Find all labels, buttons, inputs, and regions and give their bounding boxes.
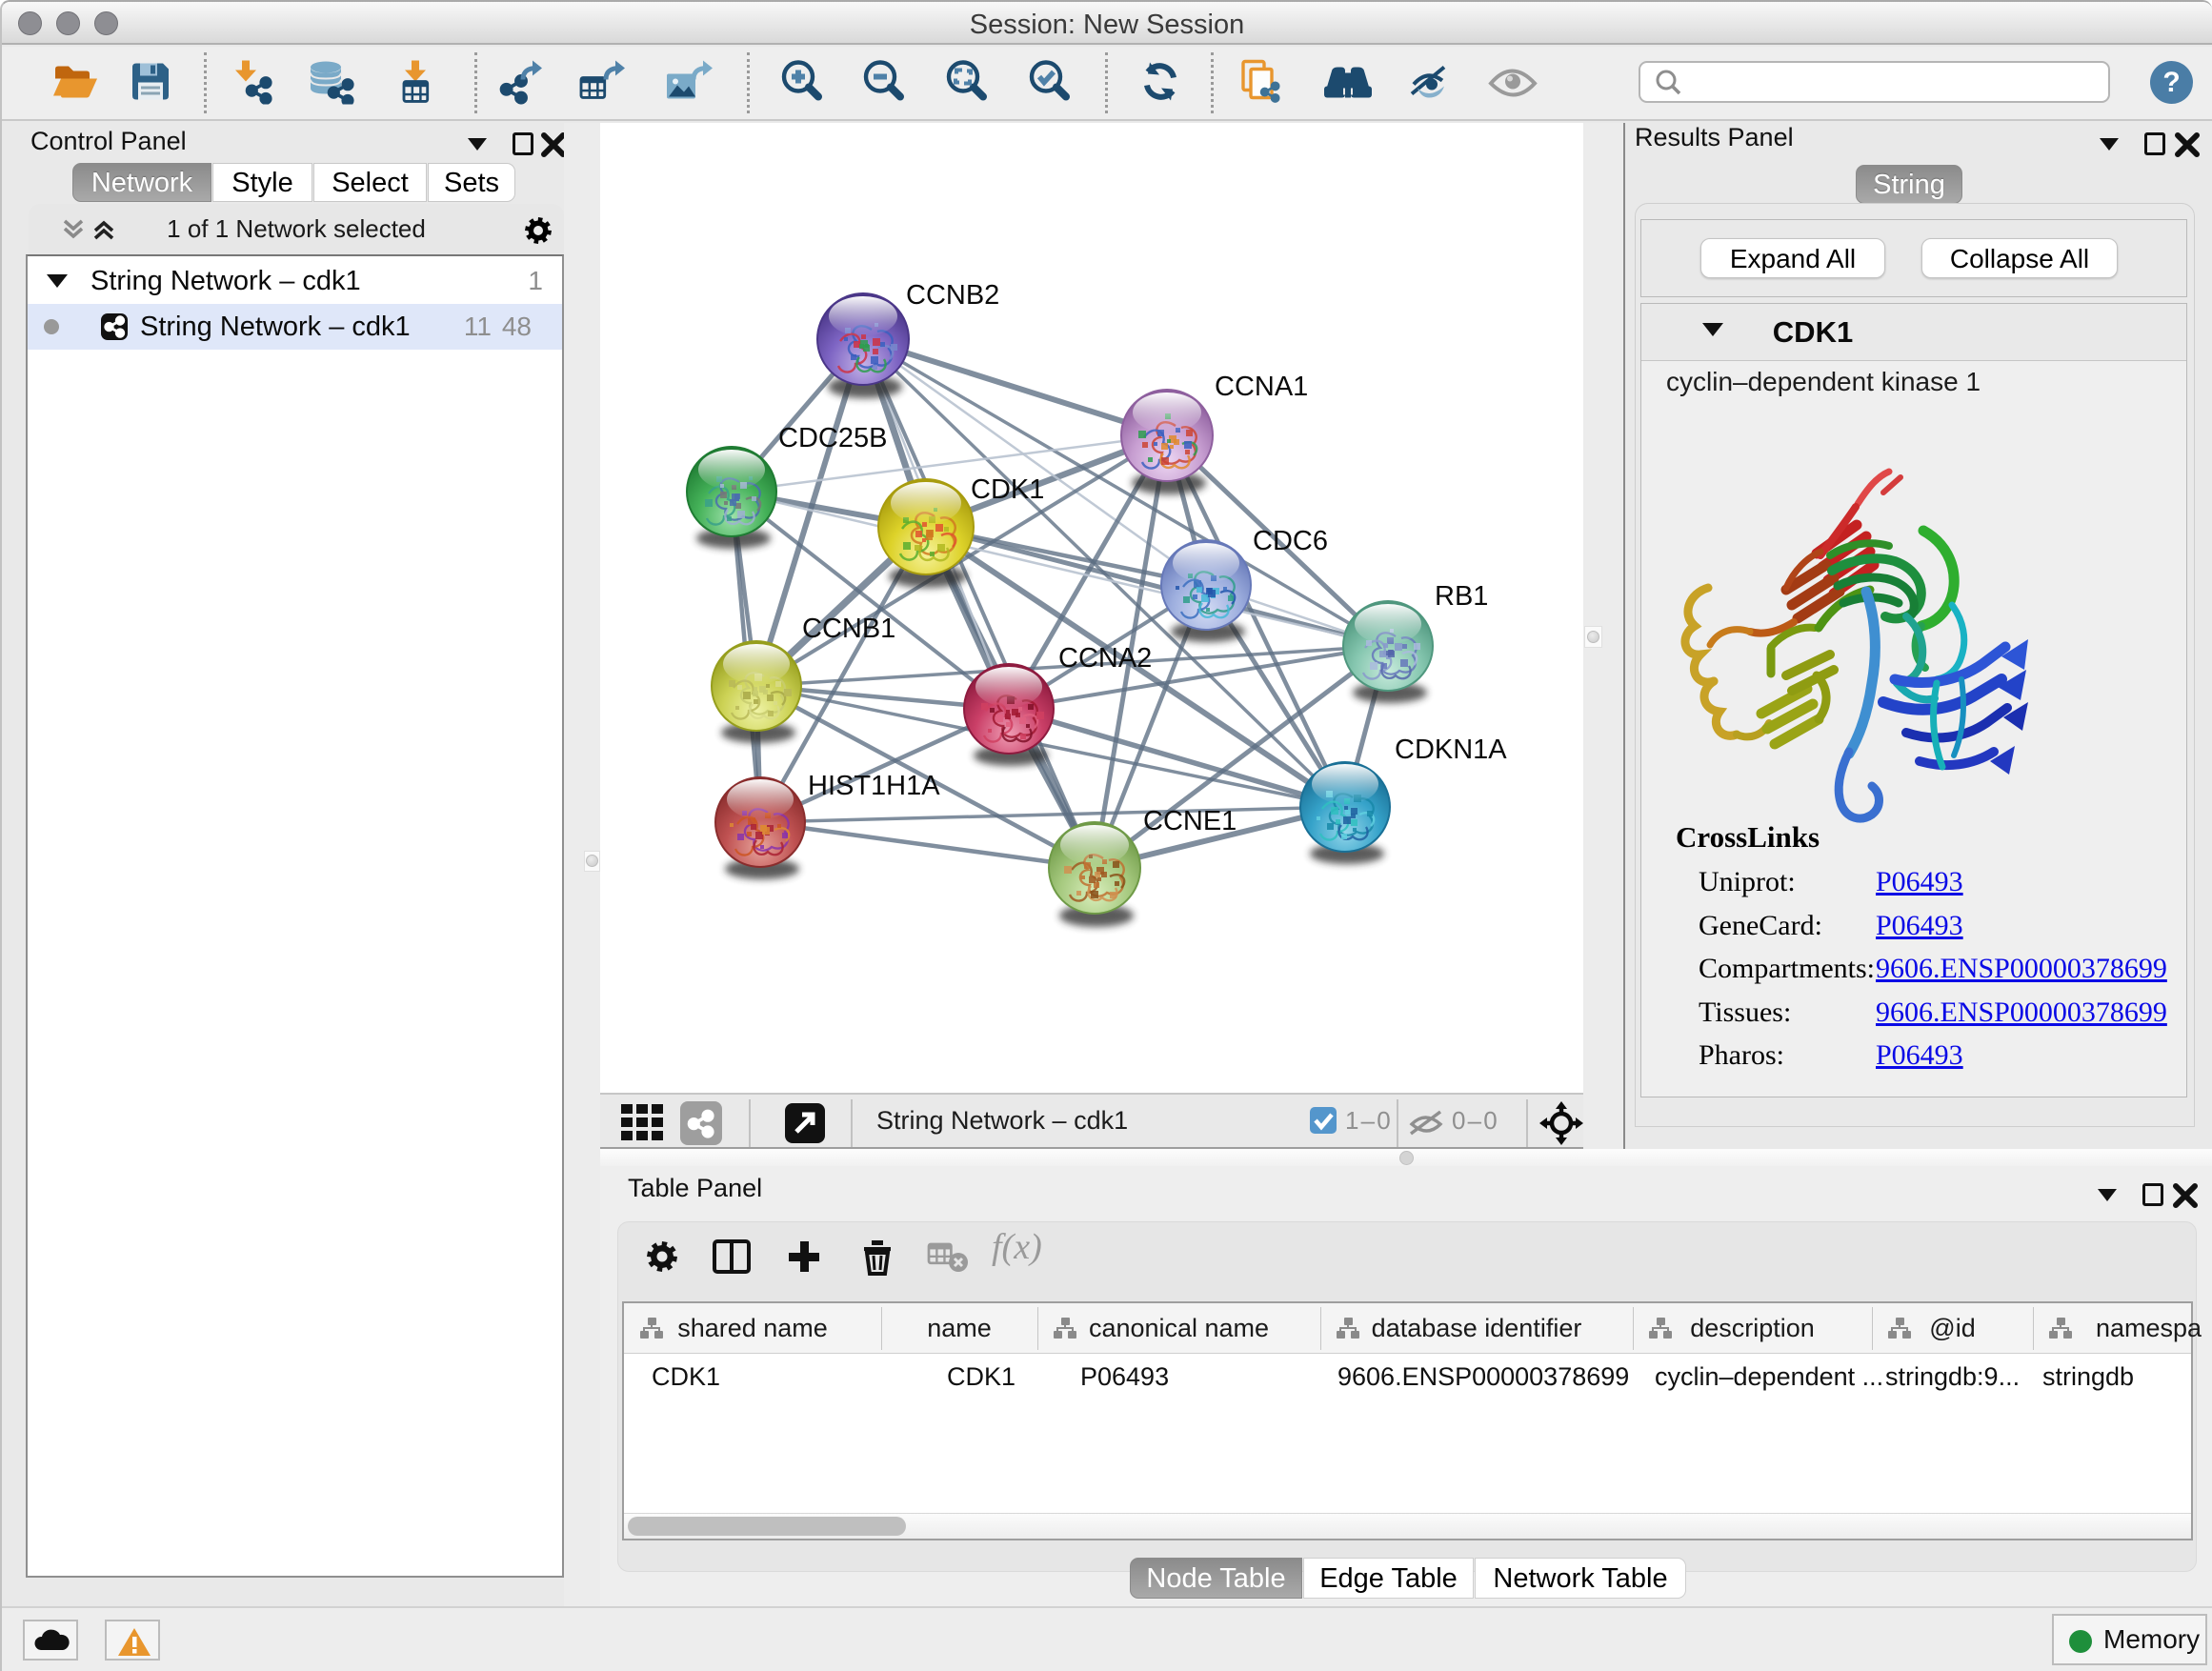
svg-text:CCNB1: CCNB1: [802, 614, 895, 644]
svg-text:CDKN1A: CDKN1A: [1395, 735, 1507, 765]
svg-text:CCNA1: CCNA1: [1215, 372, 1308, 402]
svg-text:CCNE1: CCNE1: [1143, 806, 1237, 836]
svg-text:CDC25B: CDC25B: [778, 423, 887, 453]
svg-text:CCNA2: CCNA2: [1058, 643, 1152, 674]
svg-text:HIST1H1A: HIST1H1A: [808, 771, 940, 801]
svg-text:CDC6: CDC6: [1253, 526, 1328, 556]
svg-text:RB1: RB1: [1435, 581, 1488, 612]
svg-text:CCNB2: CCNB2: [906, 280, 999, 311]
svg-text:CDK1: CDK1: [971, 474, 1044, 505]
